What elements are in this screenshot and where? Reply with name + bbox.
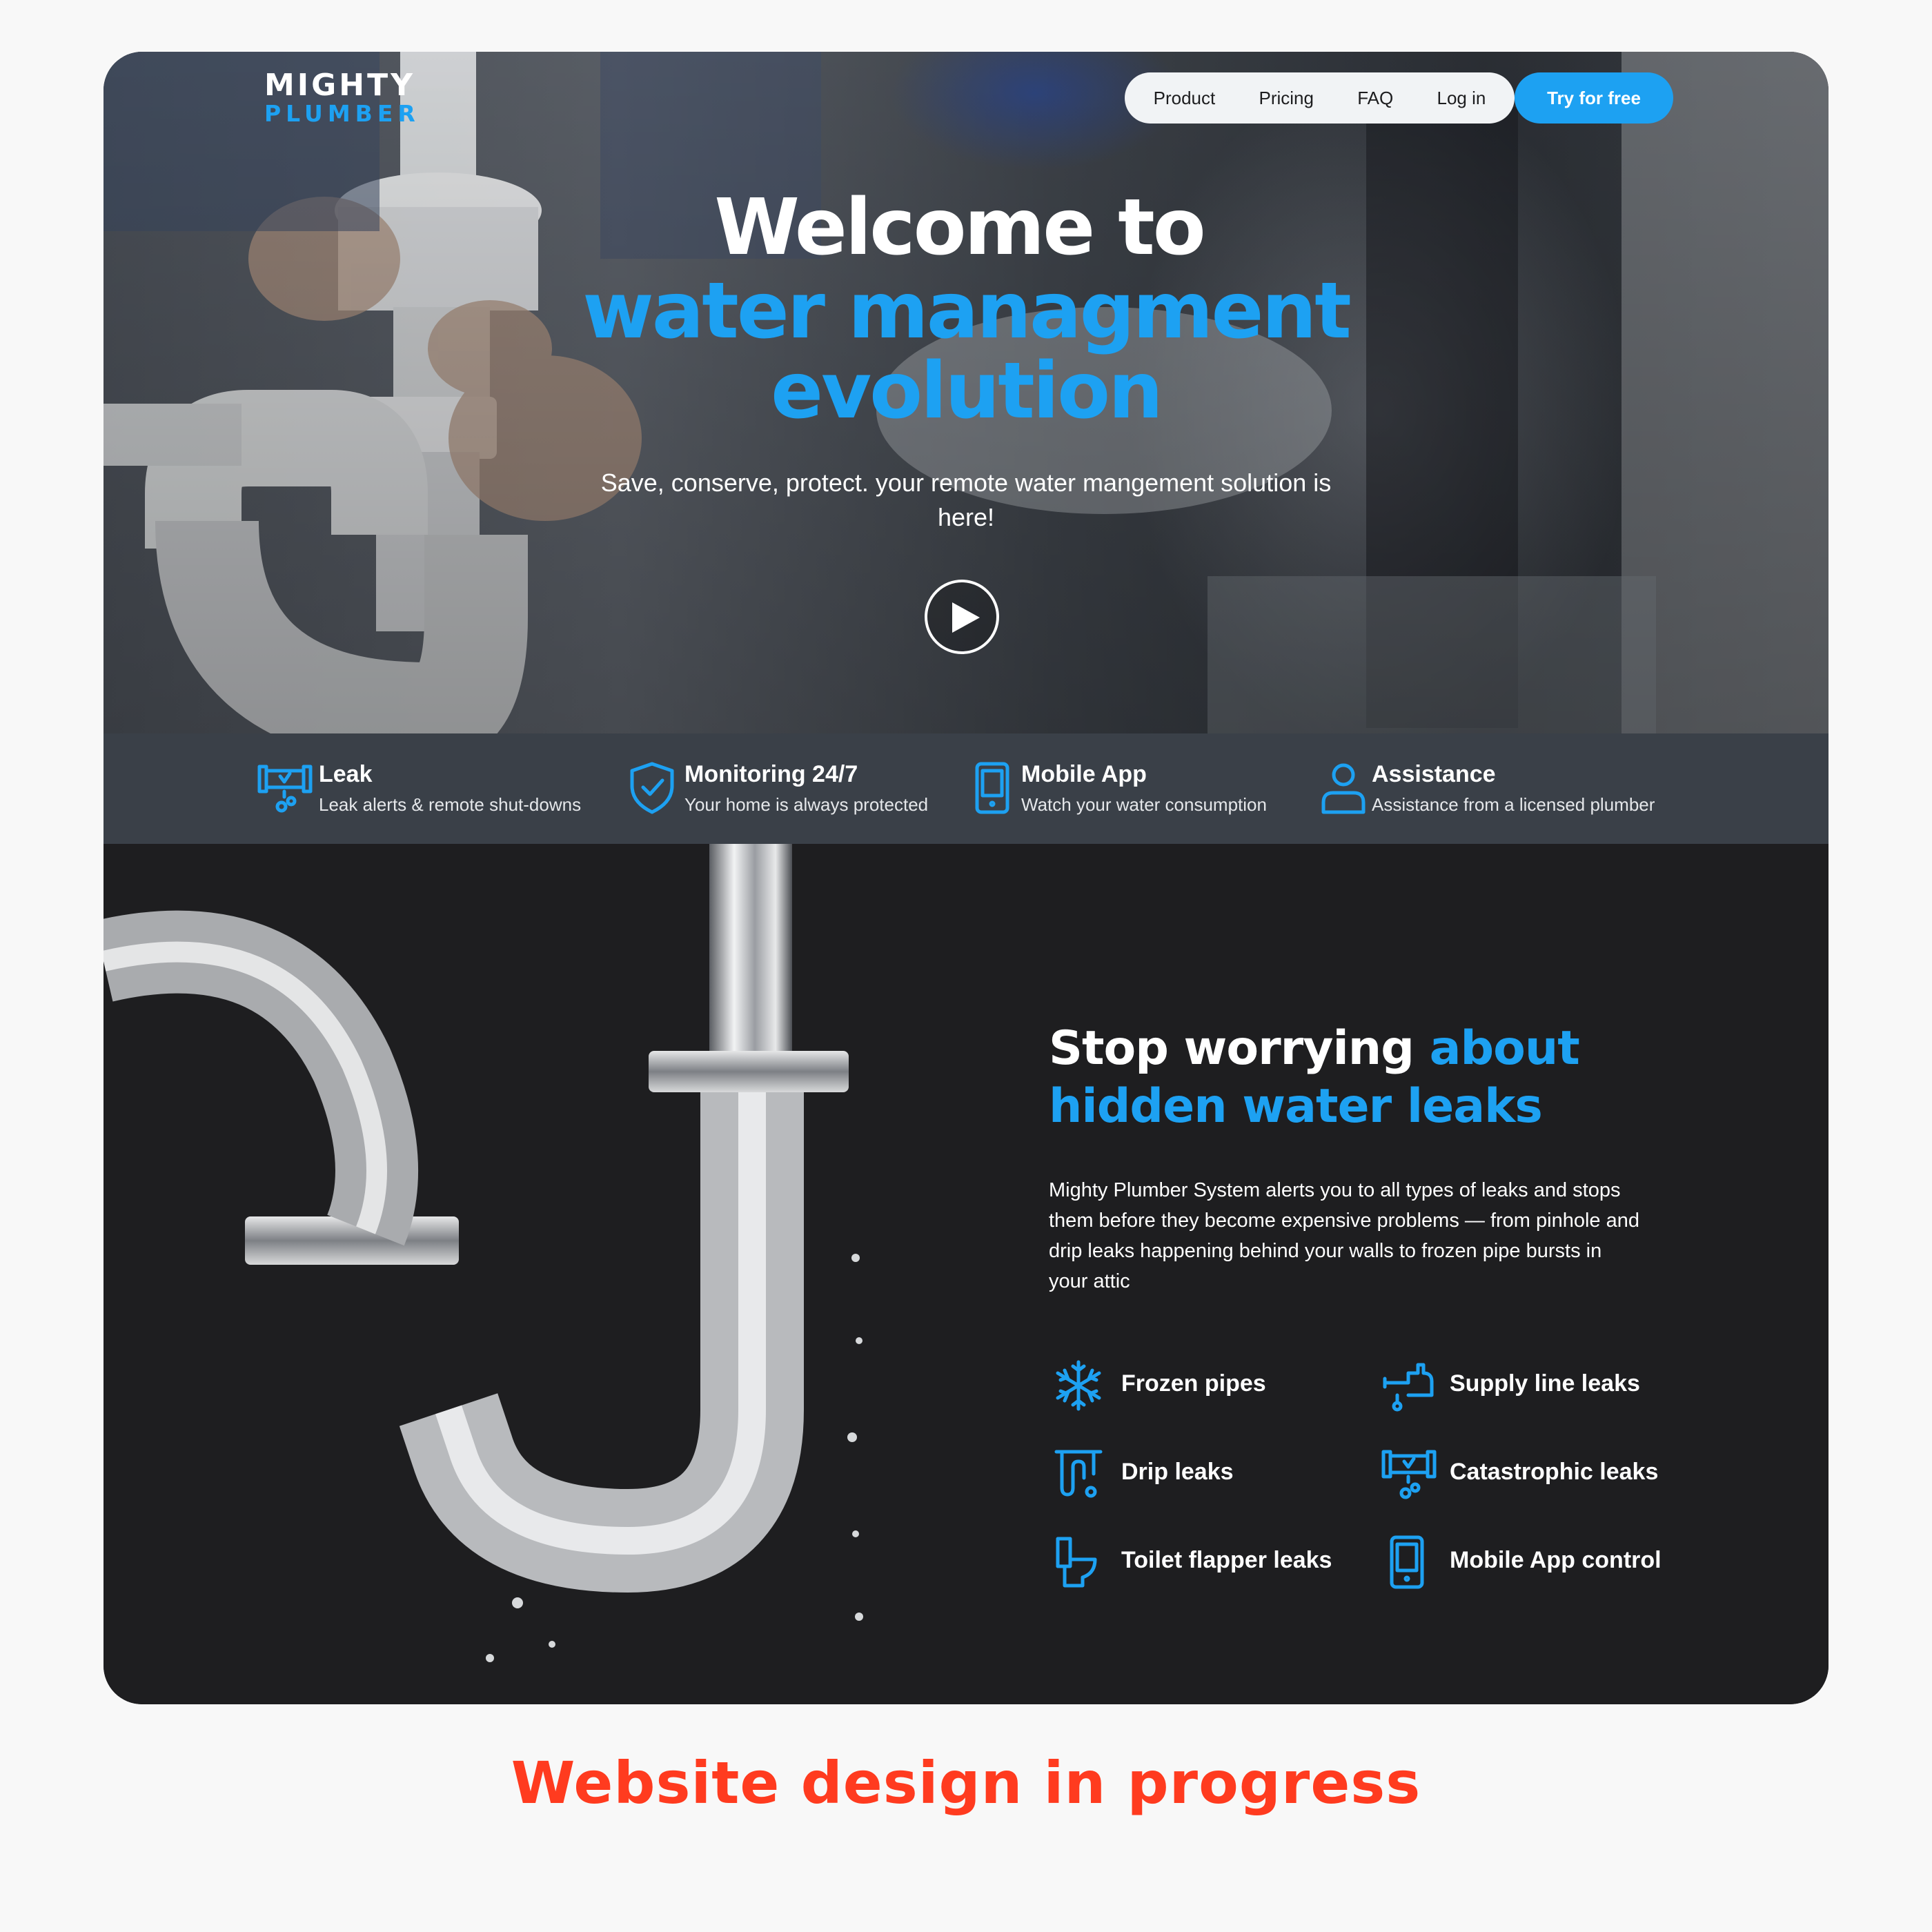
user-icon [1321,763,1366,814]
leaks-section: Stop worrying about hidden water leaks M… [103,844,1828,1704]
toilet-icon [1056,1537,1097,1588]
nav-faq[interactable]: FAQ [1357,88,1393,109]
section-title-blue-2: hidden water leaks [1049,1079,1543,1134]
shield-check-icon [630,762,674,814]
feature-assistance-desc: Assistance from a licensed plumber [1372,794,1655,815]
snowflake-icon [1056,1360,1101,1411]
nav-login[interactable]: Log in [1437,88,1486,109]
chrome-pipe-image [103,844,863,1662]
feature-mobile-app-title: Mobile App [1021,761,1147,787]
tile-drip-leaks-label: Drip leaks [1121,1459,1234,1485]
section-body: Mighty Plumber System alerts you to all … [1049,1179,1639,1292]
feature-assistance-title: Assistance [1372,761,1496,787]
drip-icon [1054,1450,1103,1498]
tile-frozen-pipes-label: Frozen pipes [1121,1370,1266,1397]
hero-subtitle: Save, conserve, protect. your remote wat… [600,469,1332,531]
section-title-white: Stop worrying [1049,1021,1414,1076]
smartphone-icon [1390,1535,1424,1589]
hero-title-line-1: Welcome to [714,183,1205,273]
play-video-button[interactable] [925,580,999,654]
feature-monitoring-desc: Your home is always protected [684,794,929,815]
caption: Website design in progress [511,1749,1421,1817]
section-title-blue-1: about [1429,1021,1580,1076]
supply-line-icon [1383,1363,1434,1412]
tile-catastrophic-leaks-label: Catastrophic leaks [1450,1459,1659,1485]
hero-title-line-2: water managment [582,266,1351,356]
burst-pipe-icon [1381,1450,1437,1499]
feature-monitoring-title: Monitoring 24/7 [684,761,858,787]
hero-title-line-3: evolution [771,346,1163,436]
tile-toilet-flapper-leaks-label: Toilet flapper leaks [1121,1547,1332,1573]
smartphone-icon [975,762,1009,814]
feature-leak-title: Leak [319,761,373,787]
play-icon [952,602,980,633]
tile-mobile-app-control-label: Mobile App control [1450,1547,1662,1573]
feature-leak-desc: Leak alerts & remote shut-downs [319,794,582,815]
leak-pipe-icon [257,765,313,813]
logo-line-2: PLUMBER [264,100,420,127]
logo[interactable]: MIGHTY PLUMBER [264,68,420,127]
feature-mobile-app-desc: Watch your water consumption [1021,794,1267,815]
hero-section: MIGHTY PLUMBER Product Pricing FAQ Log i… [103,52,1828,733]
nav-pricing[interactable]: Pricing [1259,88,1313,109]
landing-page-card: MIGHTY PLUMBER Product Pricing FAQ Log i… [103,52,1828,1704]
features-bar: Leak Leak alerts & remote shut-downs Mon… [103,733,1828,844]
section-title: Stop worrying about hidden water leaks [1049,1020,1739,1136]
top-nav: Product Pricing FAQ Log in [1125,72,1515,124]
tile-supply-line-leaks-label: Supply line leaks [1450,1370,1640,1397]
nav-product[interactable]: Product [1154,88,1216,109]
try-for-free-button[interactable]: Try for free [1515,72,1673,124]
logo-line-1: MIGHTY [264,68,415,103]
